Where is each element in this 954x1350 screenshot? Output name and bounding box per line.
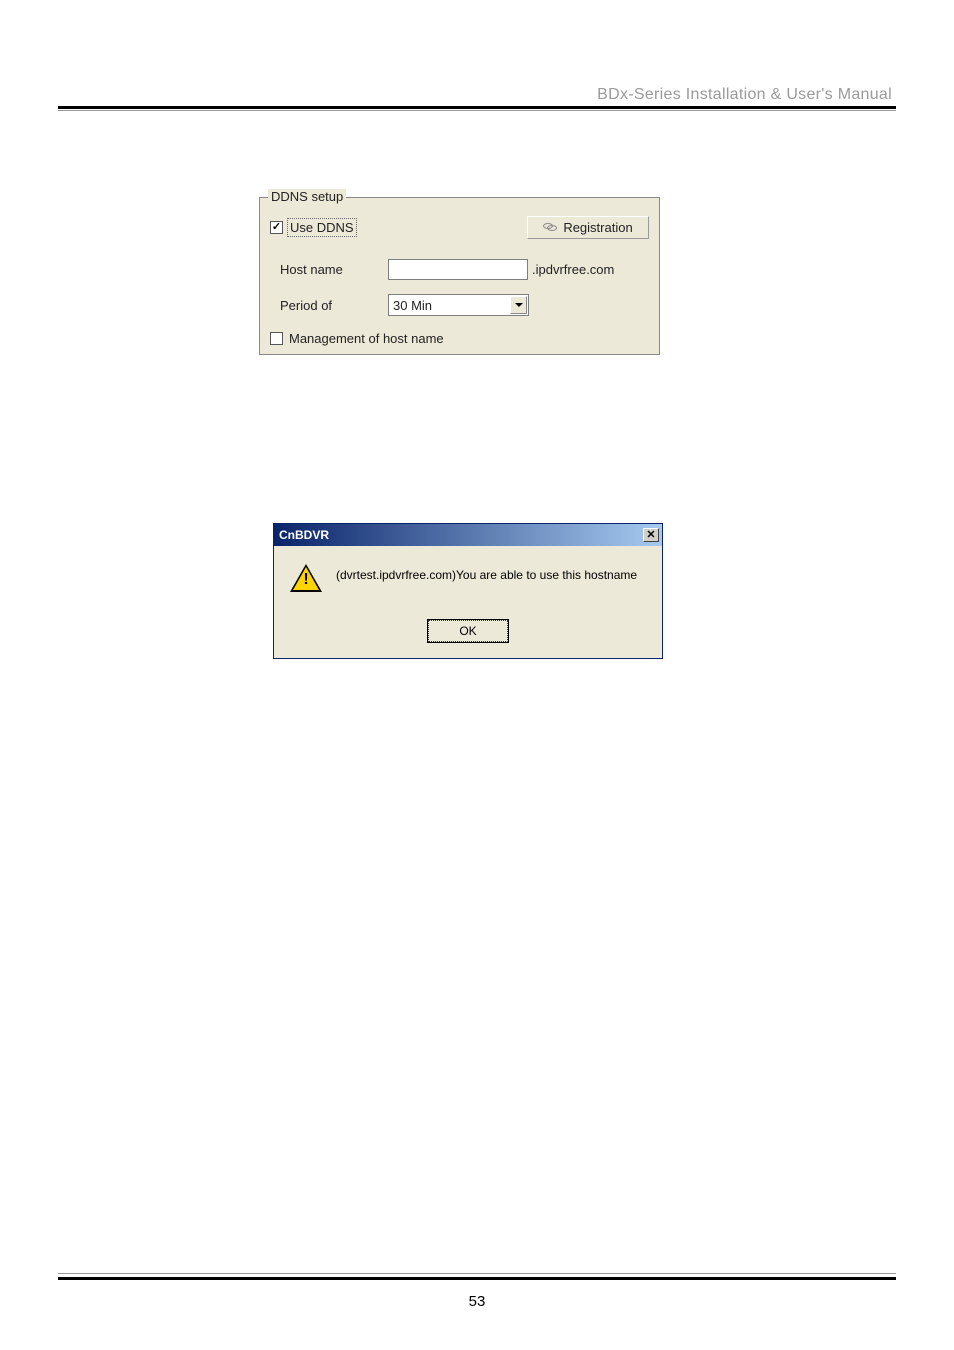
manual-page: BDx-Series Installation & User's Manual … — [0, 0, 954, 1350]
use-ddns-label: Use DDNS — [287, 218, 357, 237]
warning-icon: ! — [290, 564, 322, 594]
ddns-setup-panel: DDNS setup ✓ Use DDNS Registration Host … — [259, 197, 660, 355]
header-rule — [58, 106, 896, 109]
period-select[interactable]: 30 Min — [388, 294, 529, 316]
ddns-row-period: Period of 30 Min — [280, 294, 649, 316]
header-title: BDx-Series Installation & User's Manual — [597, 86, 892, 104]
registration-button[interactable]: Registration — [527, 216, 649, 239]
registration-label: Registration — [563, 220, 632, 235]
dialog-body: ! (dvrtest.ipdvrfree.com)You are able to… — [274, 546, 662, 620]
ok-button[interactable]: OK — [428, 620, 508, 642]
ddns-row-use: ✓ Use DDNS Registration — [270, 216, 649, 238]
use-ddns-checkbox[interactable]: ✓ — [270, 221, 283, 234]
ddns-legend: DDNS setup — [268, 189, 346, 204]
host-suffix-label: .ipdvrfree.com — [532, 262, 614, 277]
message-dialog: CnBDVR ✕ ! (dvrtest.ipdvrfree.com)You ar… — [273, 523, 663, 659]
header-rule-thin — [58, 110, 896, 111]
dialog-message: (dvrtest.ipdvrfree.com)You are able to u… — [336, 564, 637, 582]
page-number: 53 — [0, 1293, 954, 1310]
management-checkbox[interactable] — [270, 332, 283, 345]
ddns-row-management: Management of host name — [270, 328, 649, 348]
use-ddns-checkbox-wrap[interactable]: ✓ Use DDNS — [270, 218, 357, 237]
footer-rule — [58, 1277, 896, 1280]
dialog-titlebar: CnBDVR ✕ — [274, 524, 662, 546]
dropdown-button[interactable] — [510, 296, 527, 314]
ddns-fieldset: DDNS setup ✓ Use DDNS Registration Host … — [259, 197, 660, 355]
host-name-input[interactable] — [388, 259, 528, 280]
ddns-row-hostname: Host name .ipdvrfree.com — [280, 258, 649, 280]
period-label: Period of — [280, 298, 388, 313]
host-name-label: Host name — [280, 262, 388, 277]
period-value: 30 Min — [389, 298, 432, 313]
close-icon: ✕ — [646, 530, 655, 541]
footer-rule-thin — [58, 1273, 896, 1274]
management-label: Management of host name — [289, 331, 444, 346]
dialog-title: CnBDVR — [277, 528, 329, 542]
close-button[interactable]: ✕ — [643, 528, 659, 542]
chevron-down-icon — [515, 303, 523, 307]
dialog-footer: OK — [274, 620, 662, 658]
link-icon — [543, 223, 557, 231]
